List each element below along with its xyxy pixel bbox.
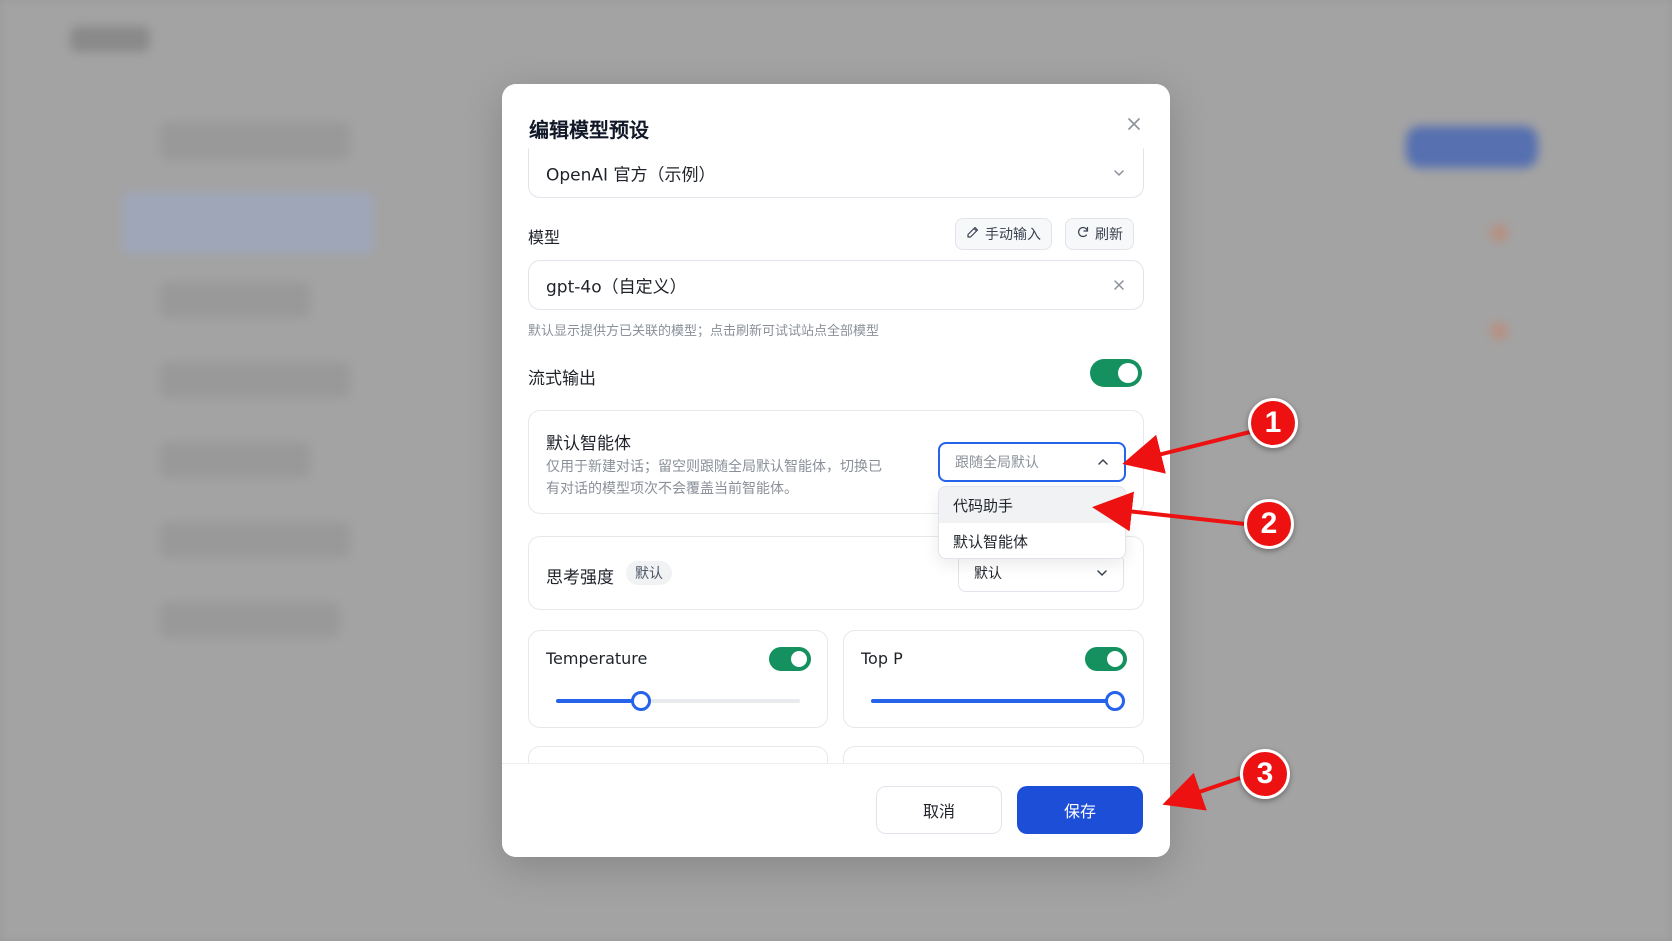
model-input[interactable]: gpt-4o（自定义） — [528, 260, 1144, 310]
dialog-title: 编辑模型预设 — [529, 118, 649, 142]
temperature-toggle[interactable] — [769, 647, 811, 671]
provider-select[interactable]: OpenAI 官方（示例） — [528, 148, 1144, 198]
dropdown-option-default-agent[interactable]: 默认智能体 — [939, 523, 1125, 558]
model-input-value: gpt-4o（自定义） — [546, 277, 687, 298]
thinking-strength-badge: 默认 — [626, 561, 672, 585]
chevron-down-icon — [1095, 566, 1109, 580]
bg-list-1 — [160, 122, 350, 160]
bg-sidebar-selected — [122, 192, 374, 254]
dropdown-option-code-assistant[interactable]: 代码助手 — [939, 487, 1125, 523]
save-button[interactable]: 保存 — [1017, 786, 1143, 834]
bg-list-6 — [160, 602, 340, 638]
default-agent-desc-line1: 仅用于新建对话；留空则跟随全局默认智能体，切换已 — [546, 459, 882, 475]
thinking-strength-label: 思考强度 — [546, 568, 614, 588]
footer-divider — [502, 763, 1170, 764]
default-agent-select[interactable]: 跟随全局默认 — [938, 442, 1126, 482]
provider-select-value: OpenAI 官方（示例） — [546, 165, 716, 186]
stream-output-label: 流式输出 — [528, 369, 596, 389]
manual-input-button[interactable]: 手动输入 — [955, 218, 1052, 250]
model-label: 模型 — [528, 228, 561, 247]
top-p-label: Top P — [861, 649, 903, 668]
annotation-badge-1: 1 — [1248, 398, 1298, 448]
temperature-card: Temperature — [528, 630, 828, 728]
top-p-slider-thumb[interactable] — [1105, 691, 1125, 711]
refresh-icon — [1076, 225, 1090, 243]
top-p-toggle[interactable] — [1085, 647, 1127, 671]
annotation-badge-2: 2 — [1244, 499, 1294, 549]
refresh-button[interactable]: 刷新 — [1065, 218, 1134, 250]
chevron-down-icon — [1111, 165, 1127, 181]
clear-icon[interactable] — [1111, 277, 1127, 293]
bg-red-dot-1 — [1490, 224, 1508, 242]
bg-list-5 — [160, 522, 350, 558]
annotation-badge-3: 3 — [1240, 749, 1290, 799]
default-agent-dropdown: 代码助手 默认智能体 — [938, 486, 1126, 559]
bg-primary-button — [1406, 126, 1538, 168]
default-agent-desc-line2: 有对话的模型项次不会覆盖当前智能体。 — [546, 481, 798, 497]
close-icon[interactable] — [1122, 112, 1146, 136]
manual-input-label: 手动输入 — [985, 227, 1041, 243]
bg-header-logo — [70, 26, 150, 52]
thinking-strength-value: 默认 — [974, 566, 1002, 582]
cancel-button[interactable]: 取消 — [876, 786, 1002, 834]
temperature-slider-fill — [556, 699, 642, 703]
temperature-label: Temperature — [546, 649, 648, 668]
chevron-up-icon — [1096, 455, 1110, 469]
edit-model-preset-dialog: 编辑模型预设 OpenAI 官方（示例） 模型 手动输入 刷新 gpt-4o（自… — [502, 84, 1170, 857]
refresh-label: 刷新 — [1095, 227, 1123, 243]
thinking-strength-select[interactable]: 默认 — [958, 554, 1124, 592]
top-p-slider[interactable] — [871, 691, 1125, 711]
bg-list-2 — [160, 282, 310, 318]
temperature-slider-thumb[interactable] — [631, 691, 652, 711]
top-p-slider-fill — [871, 699, 1115, 703]
default-agent-label: 默认智能体 — [546, 434, 631, 454]
temperature-slider[interactable] — [556, 691, 800, 711]
edit-icon — [966, 225, 980, 243]
stream-output-toggle[interactable] — [1090, 359, 1142, 387]
bg-list-4 — [160, 442, 310, 478]
bg-list-3 — [160, 362, 350, 398]
bg-red-dot-2 — [1490, 322, 1508, 340]
default-agent-select-placeholder: 跟随全局默认 — [955, 455, 1039, 471]
top-p-card: Top P — [843, 630, 1144, 728]
model-hint: 默认显示提供方已关联的模型；点击刷新可试试站点全部模型 — [528, 324, 880, 339]
